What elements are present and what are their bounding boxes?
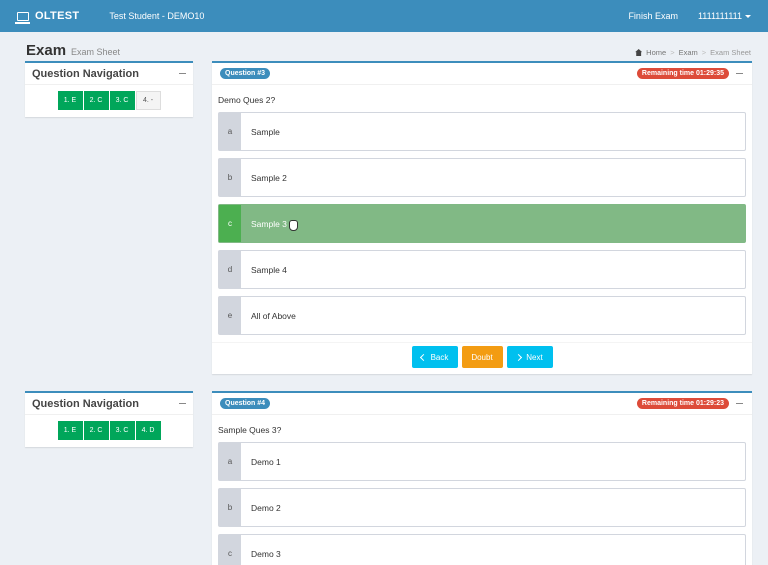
page-subtitle: Exam Sheet	[71, 47, 121, 57]
question-nav-button-3[interactable]: 3. C	[109, 421, 135, 440]
collapse-icon[interactable]	[179, 72, 186, 75]
option-letter: a	[219, 443, 241, 480]
doubt-button[interactable]: Doubt	[461, 346, 503, 368]
question-text: Demo Ques 2?	[218, 95, 276, 105]
collapse-icon[interactable]	[179, 402, 186, 405]
doubt-label: Doubt	[471, 352, 493, 362]
answer-option-b[interactable]: b Demo 2	[218, 488, 746, 527]
option-letter: c	[219, 535, 241, 565]
question-navigation-panel: Question Navigation 1. E 2. C 3. C 4. -	[25, 61, 193, 117]
option-text: Sample 4	[251, 264, 287, 275]
option-letter: b	[219, 159, 241, 196]
page-title: Exam	[26, 42, 67, 59]
question-number-badge: Question #4	[220, 398, 271, 409]
breadcrumb-separator: >	[701, 48, 707, 57]
answer-option-a[interactable]: a Sample	[218, 112, 746, 151]
question-panel: Question #3 Remaining time 01:29:35 Demo…	[212, 61, 752, 374]
laptop-icon	[15, 11, 30, 24]
question-nav-button-4[interactable]: 4. D	[135, 421, 161, 440]
collapse-icon[interactable]	[736, 72, 743, 75]
answer-option-b[interactable]: b Sample 2	[218, 158, 746, 197]
user-menu[interactable]: 1111111111	[698, 11, 751, 21]
brand-name: OLTEST	[35, 10, 80, 22]
back-button[interactable]: Back	[411, 346, 458, 368]
panel-title: Question Navigation	[32, 67, 139, 80]
collapse-icon[interactable]	[736, 402, 743, 405]
option-letter: c	[219, 205, 241, 242]
question-panel: Question #4 Remaining time 01:29:23 Samp…	[212, 391, 752, 565]
question-number-badge: Question #3	[220, 68, 271, 79]
finish-exam-link[interactable]: Finish Exam	[628, 11, 678, 21]
answer-options: a Sample b Sample 2 c Sample 3 d Sample …	[212, 112, 752, 335]
next-label: Next	[526, 352, 543, 362]
student-name: Test Student - DEMO10	[109, 11, 205, 21]
question-nav-button-2[interactable]: 2. C	[83, 91, 109, 110]
hand-pointer-icon	[288, 220, 298, 231]
question-navigation-panel: Question Navigation 1. E 2. C 3. C 4. D	[25, 391, 193, 447]
question-nav-button-3[interactable]: 3. C	[109, 91, 135, 110]
breadcrumb: Home > Exam > Exam Sheet	[635, 48, 751, 57]
answer-options: a Demo 1 b Demo 2 c Demo 3	[212, 442, 752, 565]
chevron-right-icon	[515, 353, 523, 361]
panel-title: Question Navigation	[32, 397, 139, 410]
breadcrumb-separator: >	[670, 48, 675, 57]
option-text: Sample 3	[251, 218, 287, 229]
remaining-time-badge: Remaining time 01:29:35	[636, 68, 729, 79]
answer-option-e[interactable]: e All of Above	[218, 296, 746, 335]
option-letter: e	[219, 297, 241, 334]
question-nav-buttons: 1. E 2. C 3. C 4. -	[25, 85, 193, 117]
answer-option-c[interactable]: c Sample 3	[218, 204, 746, 243]
option-text: All of Above	[251, 310, 296, 321]
chevron-left-icon	[419, 353, 427, 361]
breadcrumb-current: Exam Sheet	[710, 48, 751, 57]
option-text-wrap: Sample 3	[241, 205, 298, 242]
question-nav-buttons: 1. E 2. C 3. C 4. D	[25, 415, 193, 447]
question-nav-button-1[interactable]: 1. E	[57, 421, 83, 440]
page-header: Exam Exam Sheet	[26, 42, 120, 59]
option-letter: d	[219, 251, 241, 288]
brand-logo[interactable]: OLTEST	[15, 10, 80, 24]
question-text: Sample Ques 3?	[218, 425, 282, 435]
option-text: Sample 2	[251, 172, 287, 183]
question-actions: Back Doubt Next	[212, 342, 752, 374]
panel-header: Question Navigation	[25, 63, 193, 85]
next-button[interactable]: Next	[506, 346, 553, 368]
question-header: Question #3 Remaining time 01:29:35	[212, 63, 752, 85]
question-nav-button-1[interactable]: 1. E	[57, 91, 83, 110]
remaining-time-badge: Remaining time 01:29:23	[636, 398, 729, 409]
option-letter: a	[219, 113, 241, 150]
back-label: Back	[430, 352, 449, 362]
answer-option-d[interactable]: d Sample 4	[218, 250, 746, 289]
caret-down-icon	[745, 15, 751, 19]
option-text: Demo 2	[251, 502, 281, 513]
panel-header: Question Navigation	[25, 393, 193, 415]
answer-option-c[interactable]: c Demo 3	[218, 534, 746, 565]
breadcrumb-exam[interactable]: Exam	[679, 48, 698, 57]
option-text: Demo 3	[251, 548, 281, 559]
option-letter: b	[219, 489, 241, 526]
option-text: Demo 1	[251, 456, 281, 467]
question-nav-button-2[interactable]: 2. C	[83, 421, 109, 440]
answer-option-a[interactable]: a Demo 1	[218, 442, 746, 481]
home-icon	[635, 49, 643, 56]
option-text: Sample	[251, 126, 280, 137]
top-navbar: OLTEST Test Student - DEMO10 Finish Exam…	[0, 0, 768, 32]
question-header: Question #4 Remaining time 01:29:23	[212, 393, 752, 415]
question-nav-button-4[interactable]: 4. -	[135, 91, 161, 110]
user-id: 1111111111	[697, 11, 742, 21]
breadcrumb-home[interactable]: Home	[646, 48, 666, 57]
